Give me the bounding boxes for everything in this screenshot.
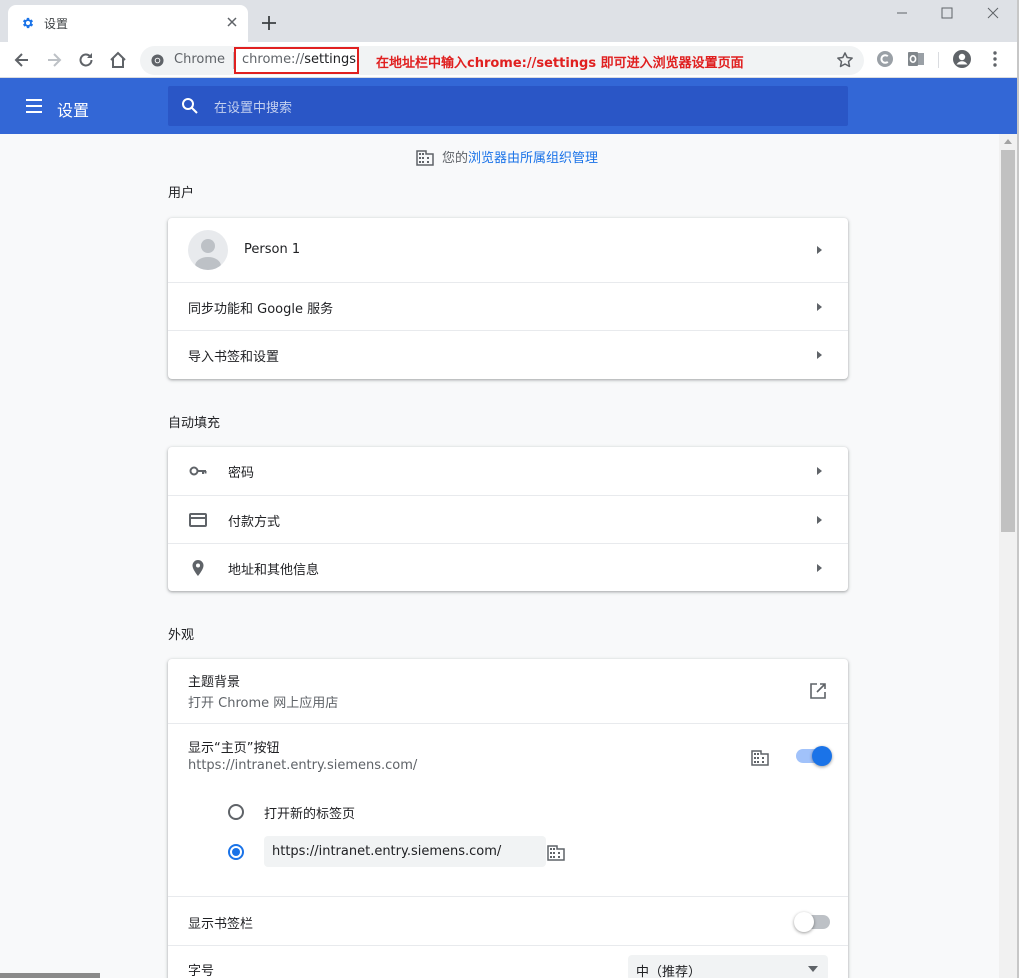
- addresses-label: 地址和其他信息: [228, 563, 320, 578]
- toggle-knob: [812, 746, 832, 766]
- home-button-toggle[interactable]: [796, 746, 832, 766]
- settings-header: 设置 在设置中搜索: [0, 78, 1019, 134]
- chevron-right-icon: [817, 564, 822, 572]
- font-size-select[interactable]: 中（推荐）: [628, 955, 828, 978]
- toggle-knob: [794, 912, 814, 932]
- forward-arrow-icon[interactable]: [44, 50, 64, 70]
- managed-link[interactable]: 浏览器由所属组织管理: [468, 151, 598, 166]
- policy-building-icon: [751, 750, 769, 766]
- location-pin-icon: [192, 560, 204, 576]
- reload-icon[interactable]: [76, 50, 96, 70]
- bookmarks-bar-label: 显示书签栏: [188, 917, 254, 932]
- font-size-label: 字号: [188, 964, 215, 978]
- maximize-icon[interactable]: [938, 4, 956, 22]
- avatar: [188, 230, 228, 270]
- chrome-logo-icon: [151, 54, 164, 67]
- profile-avatar-icon[interactable]: [952, 49, 972, 69]
- bookmark-star-icon[interactable]: [835, 50, 855, 70]
- page-title: 设置: [57, 101, 90, 120]
- chevron-right-icon: [817, 516, 822, 524]
- chevron-right-icon: [817, 303, 822, 311]
- bookmarks-bar-row[interactable]: 显示书签栏: [168, 896, 848, 945]
- close-tab-icon[interactable]: [224, 14, 240, 30]
- passwords-label: 密码: [228, 466, 255, 481]
- import-row[interactable]: 导入书签和设置: [168, 330, 848, 378]
- chevron-down-icon: [808, 966, 818, 972]
- building-icon: [416, 150, 434, 166]
- font-size-value: 中（推荐）: [636, 965, 702, 978]
- settings-search-input[interactable]: 在设置中搜索: [168, 86, 848, 126]
- omnibox-chip: Chrome: [174, 52, 225, 67]
- home-icon[interactable]: [108, 50, 128, 70]
- minimize-icon[interactable]: [893, 4, 911, 22]
- new-tab-icon[interactable]: [260, 14, 278, 32]
- payments-label: 付款方式: [228, 515, 281, 530]
- font-size-row: 字号 中（推荐）: [168, 945, 848, 978]
- horizontal-scroll-thumb[interactable]: [0, 973, 100, 978]
- managed-prefix: 您的: [442, 151, 469, 166]
- radio-custom-url[interactable]: [228, 844, 244, 860]
- scroll-up-arrow[interactable]: [1004, 139, 1012, 144]
- theme-sublabel: 打开 Chrome 网上应用店: [188, 696, 339, 711]
- addresses-row[interactable]: 地址和其他信息: [168, 543, 848, 591]
- theme-row[interactable]: 主题背景 打开 Chrome 网上应用店: [168, 659, 848, 723]
- home-button-row: 显示“主页”按钮 https://intranet.entry.siemens.…: [168, 723, 848, 896]
- outlook-extension-icon[interactable]: [906, 49, 926, 69]
- appearance-card: 主题背景 打开 Chrome 网上应用店 显示“主页”按钮 https://in…: [168, 659, 848, 978]
- url-highlight-box[interactable]: chrome://settings: [234, 47, 359, 74]
- payments-row[interactable]: 付款方式: [168, 495, 848, 543]
- person-silhouette-icon: [195, 239, 221, 270]
- search-icon: [182, 98, 198, 114]
- sync-row[interactable]: 同步功能和 Google 服务: [168, 282, 848, 330]
- url-path: settings: [304, 52, 357, 67]
- hamburger-menu-icon[interactable]: [24, 96, 44, 116]
- theme-label: 主题背景: [188, 675, 241, 690]
- bookmarks-bar-toggle[interactable]: [794, 912, 830, 932]
- policy-building-icon: [547, 845, 565, 861]
- radio-new-tab[interactable]: [228, 804, 244, 820]
- managed-notice: 您的浏览器由所属组织管理: [416, 147, 598, 166]
- chevron-right-icon: [817, 467, 822, 475]
- home-url-value: https://intranet.entry.siemens.com/: [272, 844, 502, 859]
- tab-strip: 设置: [0, 0, 1019, 42]
- radio-new-tab-label: 打开新的标签页: [264, 807, 356, 822]
- instruction-annotation: 在地址栏中输入chrome://settings 即可进入浏览器设置页面: [376, 56, 744, 71]
- autofill-card: 密码 付款方式 地址和其他信息: [168, 447, 848, 591]
- toolbar-divider: [938, 52, 939, 68]
- search-placeholder: 在设置中搜索: [214, 101, 293, 116]
- home-button-sublabel: https://intranet.entry.siemens.com/: [188, 758, 418, 773]
- section-title-appearance: 外观: [168, 628, 195, 643]
- chevron-right-icon: [817, 246, 822, 254]
- url-scheme: chrome://: [242, 52, 305, 67]
- vertical-scrollbar[interactable]: [999, 134, 1017, 978]
- close-window-icon[interactable]: [984, 4, 1002, 22]
- extension-c-icon[interactable]: [875, 49, 895, 69]
- sync-label: 同步功能和 Google 服务: [188, 302, 334, 317]
- scrollbar-thumb[interactable]: [1001, 150, 1015, 532]
- address-url[interactable]: chrome://settings: [242, 52, 356, 67]
- import-label: 导入书签和设置: [188, 350, 280, 365]
- chevron-right-icon: [817, 351, 822, 359]
- people-card: Person 1 同步功能和 Google 服务 导入书签和设置: [168, 218, 848, 379]
- gear-icon: [22, 17, 34, 29]
- person-row[interactable]: Person 1: [168, 218, 848, 282]
- more-menu-icon[interactable]: [985, 49, 1005, 69]
- passwords-row[interactable]: 密码: [168, 447, 848, 495]
- back-arrow-icon[interactable]: [12, 50, 32, 70]
- home-url-input[interactable]: https://intranet.entry.siemens.com/: [264, 836, 546, 867]
- section-title-autofill: 自动填充: [168, 416, 221, 431]
- home-button-label: 显示“主页”按钮: [188, 741, 280, 756]
- person-name: Person 1: [244, 242, 301, 257]
- open-external-icon[interactable]: [809, 682, 827, 700]
- tab-settings[interactable]: 设置: [8, 5, 248, 42]
- tab-title: 设置: [44, 17, 69, 31]
- key-icon: [189, 466, 207, 476]
- section-title-people: 用户: [168, 186, 195, 201]
- credit-card-icon: [189, 513, 207, 527]
